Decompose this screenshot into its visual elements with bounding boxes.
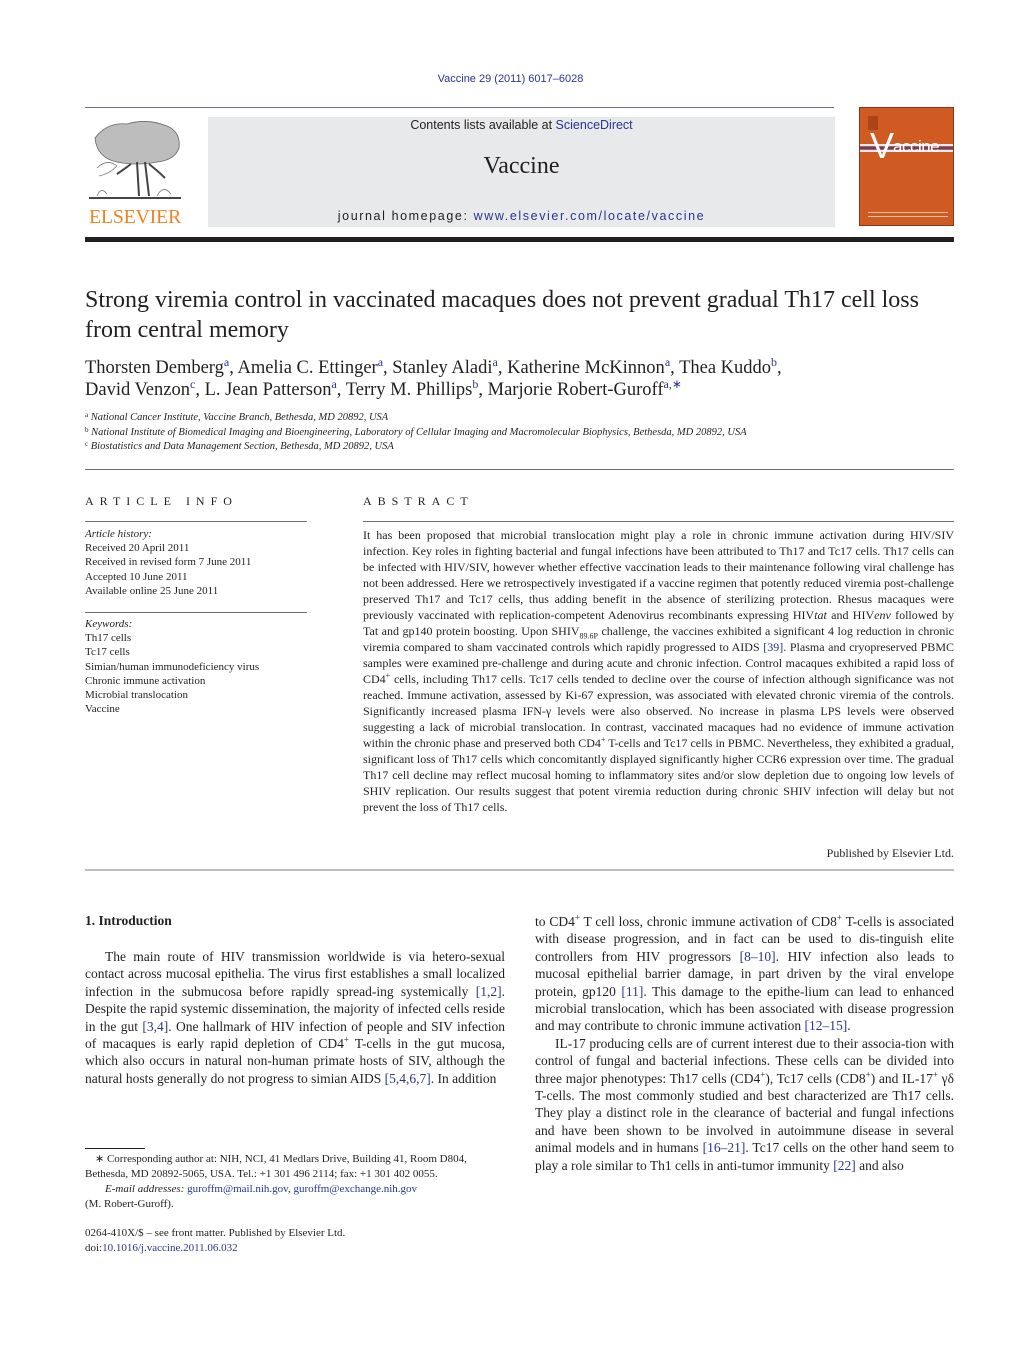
author[interactable]: Marjorie Robert-Guroffa,∗ (488, 378, 682, 400)
keywords-rule (85, 612, 307, 613)
cover-footer-lines (868, 209, 948, 217)
history-item: Available online 25 June 2011 (85, 584, 219, 597)
reference-link[interactable]: [39] (763, 640, 783, 654)
author[interactable]: Amelia C. Ettingera (237, 356, 383, 378)
doi-link[interactable]: 10.1016/j.vaccine.2011.06.032 (102, 1242, 238, 1254)
author[interactable]: Thea Kuddob (679, 356, 777, 378)
journal-homepage-link[interactable]: www.elsevier.com/locate/vaccine (474, 209, 706, 223)
cover-v-letter: V (870, 125, 895, 166)
author[interactable]: Stanley Aladia (392, 356, 498, 378)
title-separator-rule (85, 469, 954, 470)
keyword: Vaccine (85, 703, 120, 716)
email-link[interactable]: guroffm@mail.nih.gov (187, 1183, 288, 1195)
homepage-line: journal homepage: www.elsevier.com/locat… (208, 209, 835, 223)
footnote-rule (85, 1148, 145, 1149)
reference-link[interactable]: [5,4,6,7] (385, 1071, 431, 1086)
journal-name: Vaccine (483, 153, 560, 179)
front-matter: 0264-410X/$ – see front matter. Publishe… (85, 1226, 505, 1256)
contents-prefix: Contents lists available at (410, 118, 556, 132)
article-info-heading: ARTICLE INFO (85, 494, 238, 508)
abstract-rule (363, 521, 954, 522)
keywords: Keywords: Th17 cells Tc17 cells Simian/h… (85, 617, 315, 716)
corresponding-author-note: ∗ Corresponding author at: NIH, NCI, 41 … (85, 1153, 467, 1180)
abstract-body: It has been proposed that microbial tran… (363, 528, 955, 814)
affiliation: c Biostatistics and Data Management Sect… (85, 440, 394, 453)
author[interactable]: Terry M. Phillipsb (346, 378, 479, 400)
paragraph: to CD4+ T cell loss, chronic immune acti… (535, 912, 955, 1034)
reference-link[interactable]: [22] (833, 1158, 856, 1173)
footnotes: ∗ Corresponding author at: NIH, NCI, 41 … (85, 1152, 505, 1212)
history-item: Accepted 10 June 2011 (85, 570, 188, 583)
body-column-right: to CD4+ T cell loss, chronic immune acti… (535, 913, 954, 1174)
email-owner: (M. Robert-Guroff). (85, 1198, 174, 1210)
email-link[interactable]: guroffm@exchange.nih.gov (293, 1183, 417, 1195)
article-info-rule (85, 521, 307, 522)
body-column-left: The main route of HIV transmission world… (85, 948, 505, 1087)
keyword: Simian/human immunodeficiency virus (85, 660, 260, 673)
journal-header-band: Contents lists available at ScienceDirec… (208, 117, 835, 227)
journal-citation[interactable]: Vaccine 29 (2011) 6017–6028 (0, 73, 1021, 85)
publisher-note: Published by Elsevier Ltd. (826, 846, 954, 860)
article-title: Strong viremia control in vaccinated mac… (85, 287, 919, 343)
elsevier-tree-icon (89, 121, 181, 199)
elsevier-logo[interactable]: ELSEVIER (85, 118, 185, 230)
keyword: Chronic immune activation (85, 674, 206, 687)
header-top-rule (85, 107, 834, 108)
reference-link[interactable]: [8–10] (740, 949, 776, 964)
sciencedirect-link[interactable]: ScienceDirect (556, 118, 633, 132)
author[interactable]: L. Jean Pattersona (205, 378, 337, 400)
affiliations: a National Cancer Institute, Vaccine Bra… (85, 411, 955, 455)
section-heading-introduction: 1. Introduction (85, 913, 172, 928)
header-thick-rule (85, 237, 954, 242)
abstract-bottom-rule (85, 869, 954, 871)
keyword: Microbial translocation (85, 689, 188, 702)
article-history: Article history: Received 20 April 2011 … (85, 527, 315, 598)
author[interactable]: Thorsten Demberga (85, 356, 229, 378)
homepage-prefix: journal homepage: (337, 209, 474, 223)
doi-line: doi:10.1016/j.vaccine.2011.06.032 (85, 1242, 238, 1254)
history-item: Received in revised form 7 June 2011 (85, 556, 252, 569)
author[interactable]: Katherine McKinnona (507, 356, 670, 378)
contents-line: Contents lists available at ScienceDirec… (208, 118, 835, 132)
reference-link[interactable]: [1,2] (476, 984, 502, 999)
elsevier-wordmark: ELSEVIER (88, 206, 182, 228)
paragraph: IL-17 producing cells are of current int… (535, 1035, 954, 1173)
reference-link[interactable]: [12–15] (805, 1018, 848, 1033)
history-item: Received 20 April 2011 (85, 542, 190, 555)
issn-line: 0264-410X/$ – see front matter. Publishe… (85, 1227, 346, 1239)
reference-link[interactable]: [3,4] (142, 1019, 168, 1034)
affiliation: a National Cancer Institute, Vaccine Bra… (85, 411, 389, 424)
affiliation: b National Institute of Biomedical Imagi… (85, 425, 747, 438)
author[interactable]: David Venzonc (85, 378, 195, 400)
author-list: Thorsten Demberga, Amelia C. Ettingera, … (85, 355, 782, 400)
reference-link[interactable]: [11] (621, 984, 643, 999)
reference-link[interactable]: [16–21] (703, 1140, 746, 1155)
journal-cover-image[interactable]: V accine (859, 107, 954, 226)
keywords-label: Keywords: (85, 618, 133, 630)
abstract-heading: ABSTRACT (363, 494, 474, 508)
article-history-label: Article history: (85, 528, 152, 540)
cover-title: accine (893, 137, 940, 156)
email-line: E-mail addresses: guroffm@mail.nih.gov, … (105, 1183, 418, 1195)
paragraph: The main route of HIV transmission world… (85, 949, 505, 1086)
keyword: Tc17 cells (85, 646, 130, 659)
keyword: Th17 cells (85, 632, 132, 645)
